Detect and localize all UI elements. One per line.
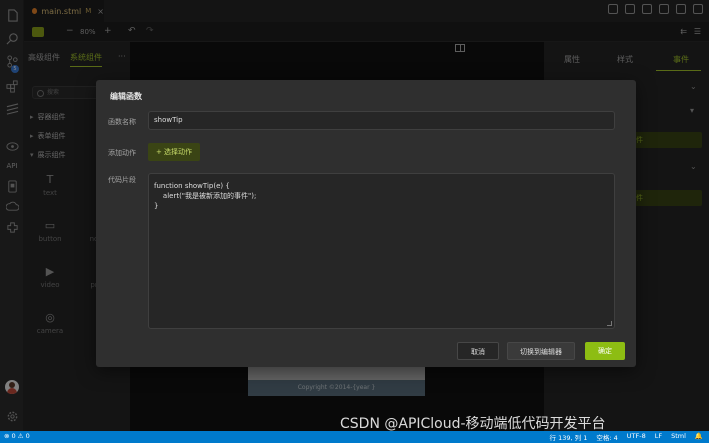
code-line: } <box>154 202 159 210</box>
confirm-button[interactable]: 确定 <box>585 342 625 360</box>
edit-function-dialog: 编辑函数 函数名称 showTip 添加动作 + 选择动作 代码片段 funct… <box>96 80 636 367</box>
watermark-text: CSDN @APICloud-移动端低代码开发平台 <box>340 416 606 432</box>
status-bar: ⊗ 0 ⚠ 0 行 139, 列 1 空格: 4 UTF-8 LF Stml 🔔 <box>0 431 709 443</box>
function-name-label: 函数名称 <box>108 118 136 126</box>
select-action-button[interactable]: + 选择动作 <box>148 143 200 161</box>
dialog-title: 编辑函数 <box>110 92 142 101</box>
add-action-label: 添加动作 <box>108 149 136 157</box>
resize-handle-icon[interactable] <box>607 321 612 326</box>
code-snippet-editor[interactable]: function showTip(e) { alert("我是被新添加的事件")… <box>148 173 615 329</box>
notifications-bell-icon[interactable]: 🔔 <box>695 432 703 442</box>
line-ending[interactable]: LF <box>655 432 662 442</box>
code-snippet-label: 代码片段 <box>108 176 136 184</box>
code-line: function showTip(e) { <box>154 182 230 190</box>
cursor-position[interactable]: 行 139, 列 1 <box>550 432 588 442</box>
indentation[interactable]: 空格: 4 <box>596 432 617 442</box>
switch-to-editor-button[interactable]: 切换到编辑器 <box>507 342 575 360</box>
encoding[interactable]: UTF-8 <box>627 432 646 442</box>
function-name-input[interactable]: showTip <box>148 111 615 130</box>
problems-indicator[interactable]: ⊗ 0 ⚠ 0 <box>4 432 30 440</box>
code-line: alert("我是被新添加的事件"); <box>154 192 257 200</box>
language-mode[interactable]: Stml <box>671 432 686 442</box>
cancel-button[interactable]: 取消 <box>457 342 499 360</box>
